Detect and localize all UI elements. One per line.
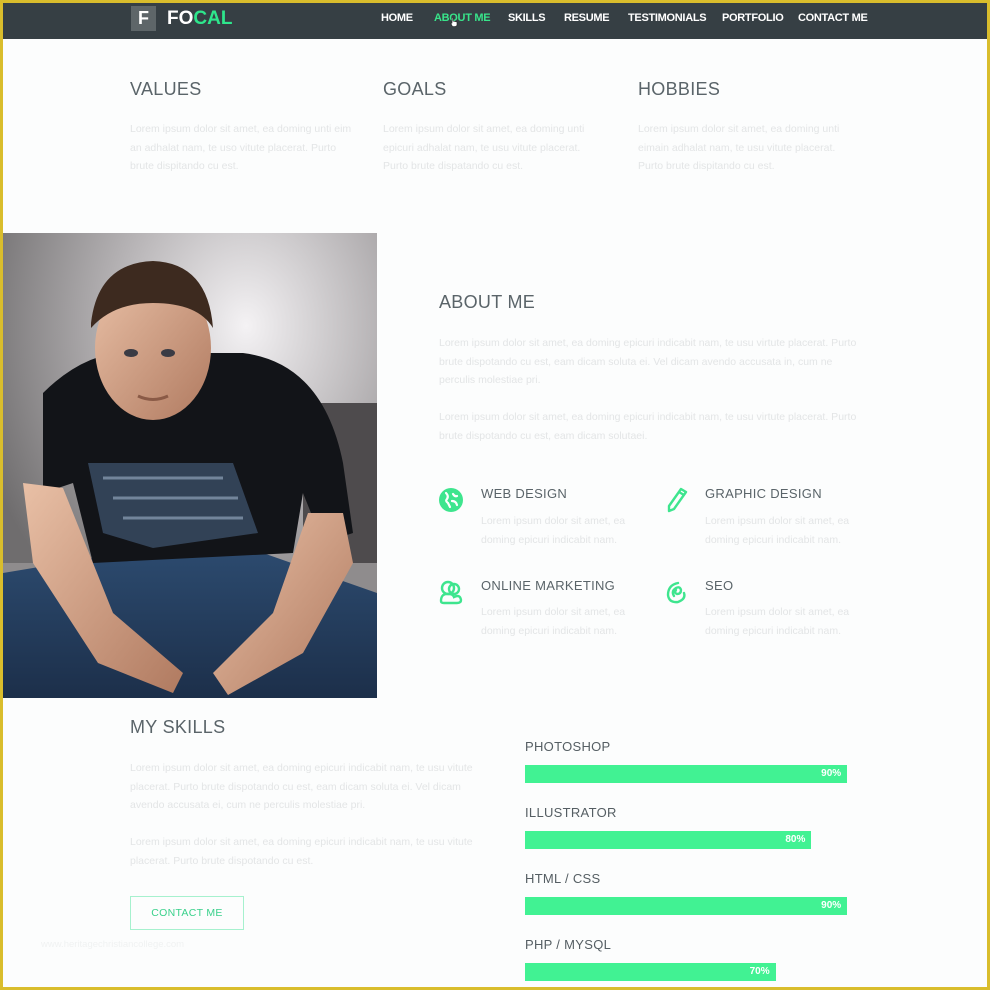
at-icon bbox=[666, 581, 686, 604]
values-heading: VALUES bbox=[130, 79, 202, 99]
users-icon bbox=[439, 580, 463, 605]
my-skills-heading: MY SKILLS bbox=[130, 717, 226, 737]
pencil-icon bbox=[667, 487, 688, 513]
hand-cursor-icon bbox=[450, 17, 458, 27]
watermark: www.heritagechristiancollege.com bbox=[41, 939, 185, 950]
goals-text: Lorem ipsum dolor sit amet, ea doming un… bbox=[383, 123, 585, 172]
skill-progress-fill: 80% bbox=[525, 831, 812, 849]
goals-heading: GOALS bbox=[383, 79, 447, 99]
about-me-heading: ABOUT ME bbox=[439, 292, 536, 312]
skill-label: HTML / CSS bbox=[525, 871, 601, 886]
skill-progress-fill: 90% bbox=[525, 765, 848, 783]
skills-paragraph-1: Lorem ipsum dolor sit amet, ea doming ep… bbox=[130, 762, 473, 811]
skill-percent-label: 90% bbox=[821, 900, 842, 911]
skills-paragraph-2: Lorem ipsum dolor sit amet, ea doming ep… bbox=[130, 836, 473, 867]
nav-home[interactable]: HOME bbox=[381, 12, 413, 24]
about-paragraph-2: Lorem ipsum dolor sit amet, ea doming ep… bbox=[439, 411, 857, 442]
nav-contact-me[interactable]: CONTACT ME bbox=[798, 12, 868, 24]
nav-resume[interactable]: RESUME bbox=[564, 12, 610, 24]
service-text: Lorem ipsum dolor sit amet, ea doming ep… bbox=[705, 606, 850, 637]
page-frame: F FOCAL HOME ABOUT ME SKILLS RESUME TEST… bbox=[3, 3, 987, 987]
service-text: Lorem ipsum dolor sit amet, ea doming ep… bbox=[705, 515, 850, 546]
contact-me-button[interactable]: CONTACT ME bbox=[130, 896, 244, 930]
brand-logo[interactable]: FOCAL bbox=[167, 8, 232, 30]
skill-percent-label: 70% bbox=[749, 966, 770, 977]
nav-portfolio[interactable]: PORTFOLIO bbox=[722, 12, 784, 24]
skill-label: PHP / MYSQL bbox=[525, 937, 612, 952]
service-text: Lorem ipsum dolor sit amet, ea doming ep… bbox=[481, 606, 626, 637]
nav-testimonials[interactable]: TESTIMONIALS bbox=[628, 12, 707, 24]
hobbies-heading: HOBBIES bbox=[638, 79, 721, 99]
skill-progress-bar: 90% bbox=[525, 897, 885, 915]
brand-name-part2: CAL bbox=[193, 8, 233, 29]
person-photo-illustration bbox=[3, 233, 377, 698]
globe-icon bbox=[439, 488, 463, 512]
profile-photo bbox=[3, 233, 377, 698]
service-title: WEB DESIGN bbox=[481, 486, 568, 501]
skill-progress-bar: 70% bbox=[525, 963, 885, 981]
nav-skills[interactable]: SKILLS bbox=[508, 12, 546, 24]
service-text: Lorem ipsum dolor sit amet, ea doming ep… bbox=[481, 515, 626, 546]
skill-label: ILLUSTRATOR bbox=[525, 805, 617, 820]
brand-name-part1: FO bbox=[167, 8, 194, 29]
skill-progress-fill: 90% bbox=[525, 897, 848, 915]
service-title: GRAPHIC DESIGN bbox=[705, 486, 822, 501]
nav-about-me[interactable]: ABOUT ME bbox=[434, 12, 491, 24]
skill-label: PHOTOSHOP bbox=[525, 739, 611, 754]
values-text: Lorem ipsum dolor sit amet, ea doming un… bbox=[130, 123, 352, 172]
skill-percent-label: 80% bbox=[785, 834, 806, 845]
hobbies-text: Lorem ipsum dolor sit amet, ea doming un… bbox=[638, 123, 840, 172]
logo-icon[interactable]: F bbox=[131, 6, 156, 31]
service-title: SEO bbox=[705, 578, 734, 593]
skill-progress-bar: 90% bbox=[525, 765, 885, 783]
top-navbar: F FOCAL HOME ABOUT ME SKILLS RESUME TEST… bbox=[3, 3, 987, 39]
about-paragraph-1: Lorem ipsum dolor sit amet, ea doming ep… bbox=[439, 337, 857, 386]
service-title: ONLINE MARKETING bbox=[481, 578, 616, 593]
skill-progress-fill: 70% bbox=[525, 963, 776, 981]
skill-progress-bar: 80% bbox=[525, 831, 885, 849]
skill-percent-label: 90% bbox=[821, 768, 842, 779]
